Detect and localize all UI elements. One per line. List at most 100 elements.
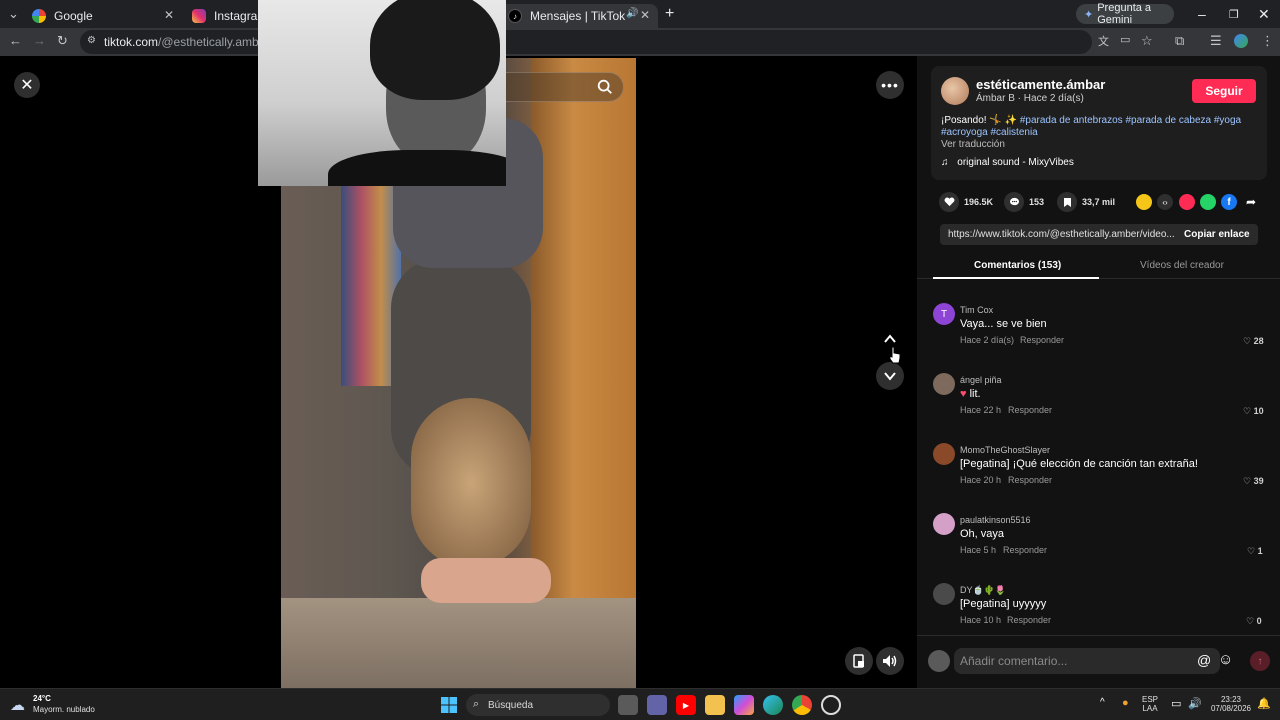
- cast-icon[interactable]: ▭: [1120, 33, 1130, 46]
- reply-link[interactable]: Responder: [1008, 475, 1052, 485]
- commenter-avatar[interactable]: [933, 513, 955, 535]
- reply-link[interactable]: Responder: [1007, 615, 1051, 625]
- weather-temperature[interactable]: 24°C: [33, 694, 51, 703]
- comment-button[interactable]: 153: [1004, 192, 1044, 212]
- hashtag-link[interactable]: #acroyoga: [941, 127, 988, 138]
- tab-audio-icon[interactable]: 🔊: [626, 8, 638, 19]
- file-explorer-icon[interactable]: [705, 695, 725, 715]
- tray-chevron-icon[interactable]: ^: [1100, 697, 1105, 708]
- whatsapp-icon[interactable]: [1200, 194, 1216, 210]
- ask-gemini-button[interactable]: ✦ Pregunta a Gemini: [1076, 2, 1174, 26]
- tab-google[interactable]: Google ✕: [24, 4, 182, 28]
- hashtag-link[interactable]: #parada de antebrazos: [1020, 115, 1123, 126]
- clock[interactable]: 23:23 07/08/2026: [1208, 695, 1254, 713]
- profile-avatar[interactable]: [1234, 34, 1248, 48]
- commenter-avatar[interactable]: T: [933, 303, 955, 325]
- volume-button[interactable]: [876, 647, 904, 675]
- close-tab-icon[interactable]: ✕: [164, 8, 174, 22]
- task-view-icon[interactable]: [618, 695, 638, 715]
- translate-icon[interactable]: 文: [1098, 33, 1109, 49]
- close-tab-icon[interactable]: ✕: [640, 8, 650, 22]
- browser-menu-icon[interactable]: ⋮: [1261, 33, 1274, 49]
- hashtag-link[interactable]: #parada de cabeza: [1125, 115, 1211, 126]
- reading-list-icon[interactable]: ☰: [1210, 33, 1222, 49]
- minimize-window-button[interactable]: –: [1198, 6, 1206, 22]
- tab-tiktok[interactable]: ♪ Mensajes | TikTok 🔊 ✕: [500, 4, 658, 28]
- commenter-name[interactable]: DY🍵🌵🌷: [960, 585, 1006, 596]
- current-user-avatar[interactable]: [928, 650, 950, 672]
- language-indicator[interactable]: ESP LAA: [1142, 695, 1158, 713]
- tab-list-icon[interactable]: ⌄: [8, 6, 19, 22]
- new-tab-button[interactable]: +: [665, 5, 674, 23]
- post-comment-button[interactable]: ↑: [1250, 651, 1270, 671]
- see-translation-link[interactable]: Ver traducción: [941, 139, 1005, 150]
- back-icon[interactable]: ←: [9, 33, 22, 48]
- keyboard-layout: LAA: [1142, 704, 1158, 713]
- comment-like-button[interactable]: ♡ 28: [1243, 336, 1264, 347]
- comment-like-button[interactable]: ♡ 10: [1243, 406, 1264, 417]
- share-arrow-icon[interactable]: ➦: [1243, 194, 1259, 210]
- copy-link-button[interactable]: Copiar enlace: [1184, 229, 1250, 240]
- youtube-icon[interactable]: ▶: [676, 695, 696, 715]
- author-avatar[interactable]: [941, 77, 969, 105]
- commenter-avatar[interactable]: [933, 373, 955, 395]
- tab-creator-videos[interactable]: Vídeos del creador: [1140, 260, 1224, 271]
- forward-icon[interactable]: →: [33, 33, 46, 48]
- more-options-button[interactable]: •••: [876, 71, 904, 99]
- comment-like-count: 0: [1256, 616, 1262, 626]
- restore-window-button[interactable]: ❐: [1229, 8, 1239, 21]
- reload-icon[interactable]: ↻: [57, 33, 68, 49]
- chrome-icon[interactable]: [792, 695, 812, 715]
- teams-icon[interactable]: [647, 695, 667, 715]
- embed-icon[interactable]: ‹›: [1157, 194, 1173, 210]
- close-window-button[interactable]: ✕: [1258, 6, 1270, 23]
- save-button[interactable]: 33,7 mil: [1057, 192, 1115, 212]
- site-info-icon[interactable]: ⚙: [87, 35, 96, 46]
- reply-link[interactable]: Responder: [1008, 405, 1052, 415]
- author-name[interactable]: estéticamente.ámbar: [976, 77, 1105, 92]
- edge-icon[interactable]: [763, 695, 783, 715]
- weather-cloud-icon[interactable]: ☁: [10, 696, 25, 714]
- extra-app-icon[interactable]: [821, 695, 841, 715]
- hashtag-link[interactable]: #calistenia: [990, 127, 1037, 138]
- volume-icon[interactable]: 🔊: [1188, 697, 1202, 710]
- commenter-avatar[interactable]: [933, 583, 955, 605]
- like-button[interactable]: 196.5K: [939, 192, 993, 212]
- reply-link[interactable]: Responder: [1020, 335, 1064, 345]
- emoji-icon[interactable]: ☺: [1218, 651, 1233, 668]
- follow-button[interactable]: Seguir: [1192, 79, 1256, 103]
- network-icon[interactable]: ▭: [1171, 697, 1181, 710]
- mouse-cursor-icon: [889, 346, 901, 364]
- facebook-icon[interactable]: f: [1221, 194, 1237, 210]
- commenter-name[interactable]: ángel piña: [960, 375, 1002, 385]
- tab-instagram[interactable]: Instagram: [184, 4, 267, 28]
- comment-like-button[interactable]: ♡ 0: [1246, 616, 1262, 627]
- notification-bell-icon[interactable]: 🔔: [1257, 697, 1271, 710]
- bookmark-star-icon[interactable]: ☆: [1141, 33, 1153, 49]
- sound-link[interactable]: ♫ original sound - MixyVibes: [941, 157, 1074, 168]
- commenter-name[interactable]: Tim Cox: [960, 305, 993, 315]
- microphone-icon[interactable]: ●: [1122, 697, 1129, 709]
- taskbar-search[interactable]: ⌕ Búsqueda: [466, 694, 610, 716]
- close-video-button[interactable]: ✕: [14, 72, 40, 98]
- hashtag-link[interactable]: #yoga: [1214, 115, 1241, 126]
- tab-comments[interactable]: Comentarios (153): [974, 260, 1061, 271]
- comment-text: Oh, vaya: [960, 528, 1005, 540]
- copilot-icon[interactable]: [734, 695, 754, 715]
- comment-like-button[interactable]: ♡ 1: [1247, 546, 1263, 557]
- extensions-icon[interactable]: ⧉: [1175, 33, 1184, 49]
- pip-button[interactable]: [845, 647, 873, 675]
- send-to-friends-icon[interactable]: [1179, 194, 1195, 210]
- mention-icon[interactable]: @: [1197, 652, 1211, 668]
- reply-link[interactable]: Responder: [1003, 545, 1047, 555]
- commenter-avatar[interactable]: [933, 443, 955, 465]
- address-bar[interactable]: ⚙ tiktok.com/@esthetically.amber/video/: [80, 30, 1092, 54]
- next-video-button[interactable]: [876, 362, 904, 390]
- comment-input[interactable]: Añadir comentario...: [954, 648, 1220, 674]
- commenter-name[interactable]: paulatkinson5516: [960, 515, 1031, 525]
- search-icon[interactable]: [596, 78, 614, 96]
- repost-icon[interactable]: [1136, 194, 1152, 210]
- comment-like-button[interactable]: ♡ 39: [1243, 476, 1264, 487]
- start-button[interactable]: [439, 695, 459, 715]
- commenter-name[interactable]: MomoTheGhostSlayer: [960, 445, 1050, 455]
